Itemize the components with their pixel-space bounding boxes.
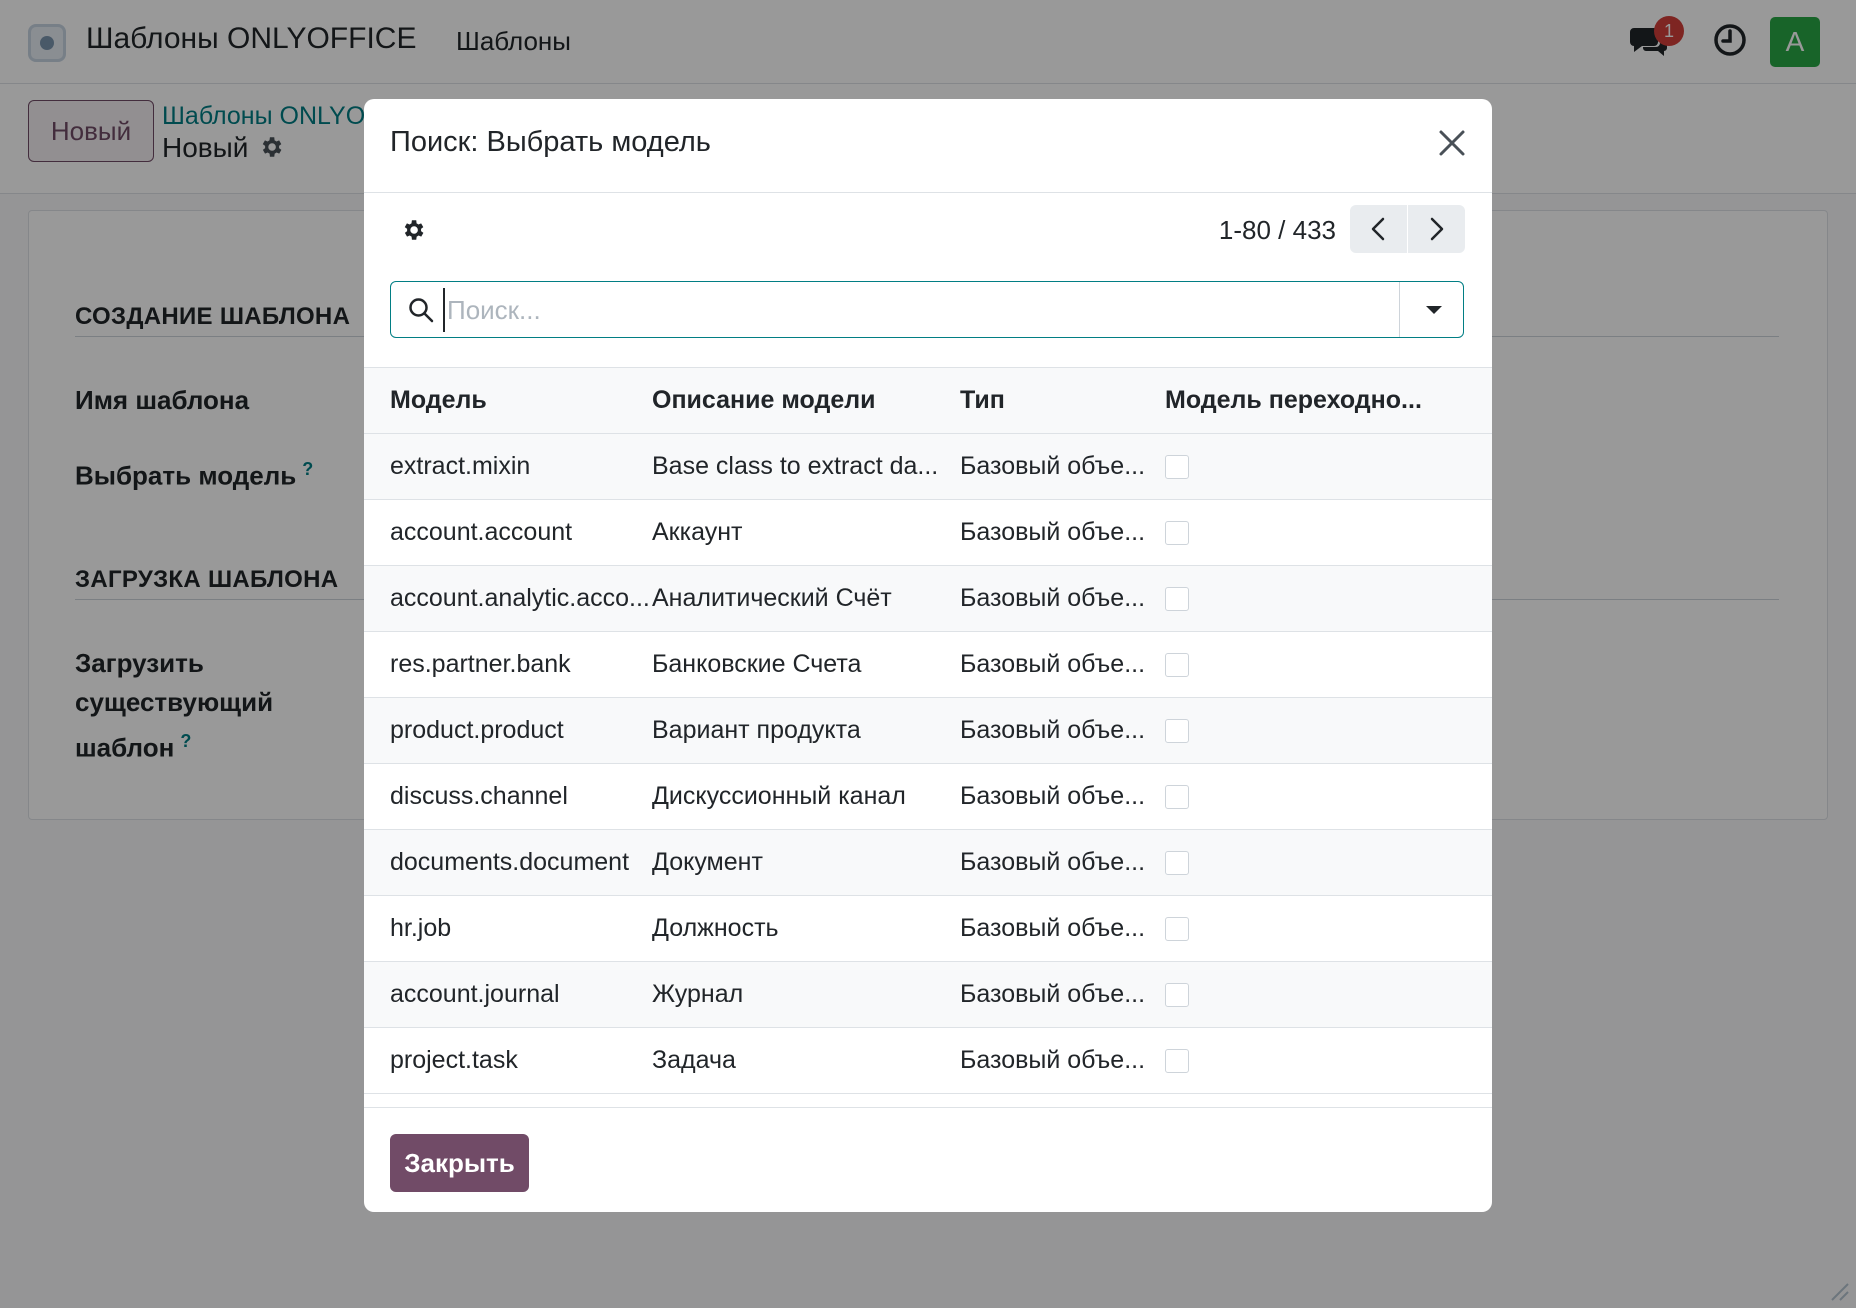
modal-title: Поиск: Выбрать модель [390,126,711,158]
cell-description: Аккаунт [652,499,960,566]
cell-type: Базовый объе... [960,565,1165,632]
select-model-dialog: Поиск: Выбрать модель 1-80 / 433 Модель [364,99,1492,1212]
transient-checkbox [1165,455,1189,480]
cell-transient [1165,895,1492,962]
models-list: Модель Описание модели Тип Модель перехо… [364,367,1492,1094]
cell-type: Базовый объе... [960,433,1165,500]
transient-checkbox [1165,719,1189,744]
cell-model: account.journal [364,961,652,1028]
pager-value[interactable]: 1-80 / 433 [364,215,1336,246]
transient-checkbox [1165,785,1189,810]
cell-type: Базовый объе... [960,763,1165,830]
cell-description: Банковские Счета [652,631,960,698]
cell-model: account.analytic.acco... [364,565,652,632]
cell-model: product.product [364,697,652,764]
transient-checkbox [1165,521,1189,546]
table-header-row: Модель Описание модели Тип Модель перехо… [364,367,1492,434]
resize-handle-icon[interactable] [1826,1278,1850,1302]
search-input[interactable] [443,288,1383,332]
transient-checkbox [1165,851,1189,876]
table-row[interactable]: res.partner.bank Банковские Счета Базовы… [364,631,1492,698]
cell-model: account.account [364,499,652,566]
chevron-left-icon [1371,217,1385,241]
pager-previous-button[interactable] [1350,205,1407,253]
cell-transient [1165,1027,1492,1094]
search-bar [390,281,1464,338]
transient-checkbox [1165,653,1189,678]
cell-type: Базовый объе... [960,631,1165,698]
table-row[interactable]: account.analytic.acco... Аналитический С… [364,565,1492,632]
column-header-transient[interactable]: Модель переходно... [1165,367,1492,434]
cell-description: Журнал [652,961,960,1028]
cell-type: Базовый объе... [960,961,1165,1028]
column-header-type[interactable]: Тип [960,367,1165,434]
table-row[interactable]: documents.document Документ Базовый объе… [364,829,1492,896]
column-header-description[interactable]: Описание модели [652,367,960,434]
table-row[interactable]: project.task Задача Базовый объе... [364,1027,1492,1094]
transient-checkbox [1165,1049,1189,1074]
pager-next-button[interactable] [1408,205,1465,253]
close-button[interactable]: Закрыть [390,1134,529,1192]
cell-transient [1165,961,1492,1028]
cell-type: Базовый объе... [960,697,1165,764]
cell-description: Документ [652,829,960,896]
chevron-right-icon [1430,217,1444,241]
cell-model: discuss.channel [364,763,652,830]
table-row[interactable]: extract.mixin Base class to extract da..… [364,433,1492,500]
transient-checkbox [1165,587,1189,612]
cell-model: extract.mixin [364,433,652,500]
cell-transient [1165,499,1492,566]
transient-checkbox [1165,917,1189,942]
cell-description: Аналитический Счёт [652,565,960,632]
cell-type: Базовый объе... [960,829,1165,896]
cell-model: res.partner.bank [364,631,652,698]
cell-description: Дискуссионный канал [652,763,960,830]
cell-model: project.task [364,1027,652,1094]
search-options-toggle[interactable] [1399,282,1464,337]
cell-transient [1165,829,1492,896]
column-header-model[interactable]: Модель [364,367,652,434]
cell-model: hr.job [364,895,652,962]
cell-transient [1165,697,1492,764]
cell-transient [1165,763,1492,830]
table-row[interactable]: account.journal Журнал Базовый объе... [364,961,1492,1028]
table-row[interactable]: discuss.channel Дискуссионный канал Базо… [364,763,1492,830]
cell-description: Должность [652,895,960,962]
cell-model: documents.document [364,829,652,896]
search-icon [409,298,434,323]
cell-type: Базовый объе... [960,895,1165,962]
cell-type: Базовый объе... [960,1027,1165,1094]
transient-checkbox [1165,983,1189,1008]
table-row[interactable]: account.account Аккаунт Базовый объе... [364,499,1492,566]
cell-description: Вариант продукта [652,697,960,764]
table-row[interactable]: hr.job Должность Базовый объе... [364,895,1492,962]
close-icon[interactable] [1432,123,1472,163]
cell-transient [1165,433,1492,500]
table-row[interactable]: product.product Вариант продукта Базовый… [364,697,1492,764]
modal-header: Поиск: Выбрать модель [364,99,1492,193]
cell-type: Базовый объе... [960,499,1165,566]
cell-description: Задача [652,1027,960,1094]
cell-transient [1165,631,1492,698]
cell-description: Base class to extract da... [652,433,960,500]
modal-footer: Закрыть [364,1107,1492,1212]
cell-transient [1165,565,1492,632]
